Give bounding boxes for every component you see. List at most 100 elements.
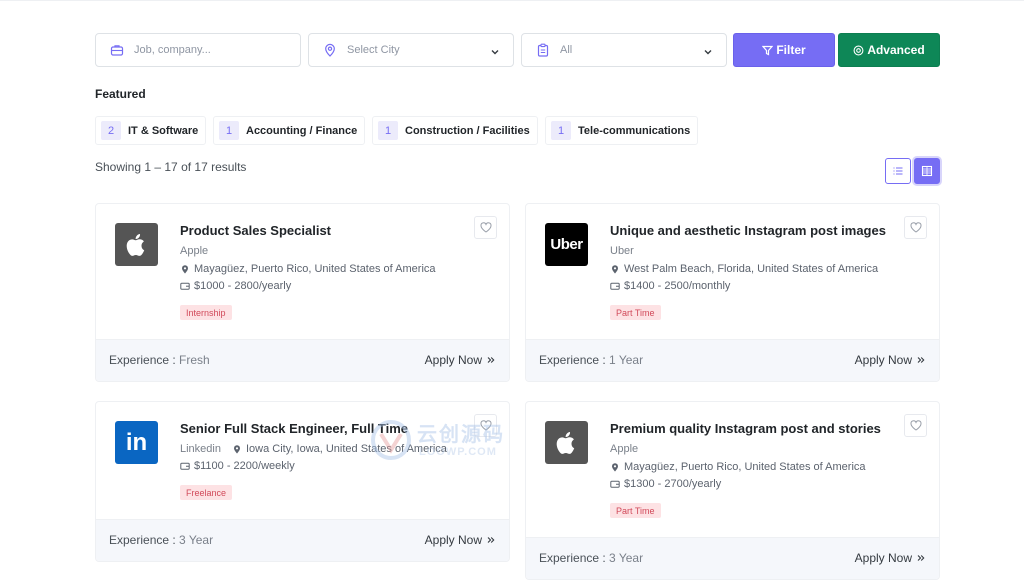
chip-label: Tele-communications: [578, 124, 691, 137]
gear-icon: [853, 45, 864, 56]
wallet-icon: [610, 281, 620, 291]
job-title[interactable]: Product Sales Specialist: [180, 223, 331, 238]
apply-now-label: Apply Now: [424, 353, 482, 367]
chip-label: Construction / Facilities: [405, 124, 530, 137]
job-salary: $1100 - 2200/weekly: [180, 460, 295, 472]
chip-count: 2: [101, 121, 121, 140]
job-location: Mayagüez, Puerto Rico, United States of …: [180, 263, 436, 275]
filter-icon: [762, 45, 774, 56]
search-bar: Job, company... Select City All Filter A…: [95, 33, 940, 67]
linkedin-logo-icon: in: [115, 421, 158, 464]
briefcase-icon: [110, 43, 124, 57]
double-chevron-right-icon: [917, 554, 925, 562]
featured-chip-it-software[interactable]: 2 IT & Software: [95, 116, 207, 145]
company-name: Apple: [180, 245, 209, 257]
wallet-icon: [180, 281, 190, 291]
job-title[interactable]: Senior Full Stack Engineer, Full Time: [180, 421, 408, 436]
results-count: Showing 1 – 17 of 17 results: [95, 160, 247, 174]
job-type-badge: Part Time: [610, 305, 661, 320]
job-type-badge: Freelance: [180, 485, 233, 500]
double-chevron-right-icon: [917, 356, 925, 364]
grid-view-button[interactable]: [914, 158, 940, 184]
apply-now-label: Apply Now: [424, 533, 482, 547]
chip-count: 1: [378, 121, 398, 140]
experience-label: Experience :: [539, 353, 606, 367]
category-select[interactable]: All: [521, 33, 727, 67]
job-title[interactable]: Premium quality Instagram post and stori…: [610, 421, 881, 436]
job-card[interactable]: Uber Unique and aesthetic Instagram post…: [525, 203, 940, 382]
experience: Experience : 3 Year: [539, 551, 643, 565]
map-pin-icon: [610, 264, 620, 274]
filter-button-label: Filter: [776, 43, 806, 57]
salary-text: $1000 - 2800/yearly: [194, 280, 292, 292]
apply-now-label: Apply Now: [854, 551, 912, 565]
salary-text: $1100 - 2200/weekly: [194, 460, 295, 472]
wallet-icon: [610, 479, 620, 489]
experience-value: Fresh: [179, 353, 210, 367]
salary-text: $1300 - 2700/yearly: [624, 478, 722, 490]
heart-icon: [910, 420, 922, 431]
job-type-badge: Part Time: [610, 503, 661, 518]
favorite-button[interactable]: [474, 414, 497, 437]
featured-chip-tele-communications[interactable]: 1 Tele-communications: [545, 116, 699, 145]
heart-icon: [910, 222, 922, 233]
chip-count: 1: [551, 121, 571, 140]
wallet-icon: [180, 461, 190, 471]
company-name: Uber: [610, 245, 634, 257]
company-name: Linkedin: [180, 443, 221, 455]
apply-now-link[interactable]: Apply Now: [855, 551, 925, 565]
job-salary: $1000 - 2800/yearly: [180, 280, 291, 292]
chip-label: Accounting / Finance: [246, 124, 358, 137]
favorite-button[interactable]: [474, 216, 497, 239]
top-divider: [0, 0, 1024, 1]
filter-button[interactable]: Filter: [733, 33, 835, 67]
chevron-down-icon: [702, 45, 714, 57]
location-text: Mayagüez, Puerto Rico, United States of …: [194, 263, 436, 275]
city-select-value: Select City: [347, 44, 400, 56]
company-location-line: Linkedin Iowa City, Iowa, United States …: [180, 443, 447, 455]
grid-icon: [921, 165, 933, 177]
map-pin-icon: [180, 264, 190, 274]
experience-label: Experience :: [539, 551, 606, 565]
experience: Experience : Fresh: [109, 353, 210, 367]
salary-text: $1400 - 2500/monthly: [624, 280, 731, 292]
job-type-badge: Internship: [180, 305, 232, 320]
featured-chip-construction-facilities[interactable]: 1 Construction / Facilities: [372, 116, 538, 145]
chip-label: IT & Software: [128, 124, 199, 137]
map-pin-icon: [323, 43, 337, 57]
double-chevron-right-icon: [487, 356, 495, 364]
experience: Experience : 1 Year: [539, 353, 643, 367]
apple-logo-icon: [545, 421, 588, 464]
card-footer: Experience : Fresh Apply Now: [96, 339, 509, 381]
card-footer: Experience : 3 Year Apply Now: [526, 537, 939, 579]
favorite-button[interactable]: [904, 414, 927, 437]
apple-logo-icon: [115, 223, 158, 266]
featured-chip-accounting-finance[interactable]: 1 Accounting / Finance: [213, 116, 366, 145]
job-card[interactable]: Product Sales Specialist Apple Mayagüez,…: [95, 203, 510, 382]
advanced-button[interactable]: Advanced: [838, 33, 940, 67]
experience-value: 3 Year: [179, 533, 214, 547]
job-title[interactable]: Unique and aesthetic Instagram post imag…: [610, 223, 886, 238]
chip-count: 1: [219, 121, 239, 140]
experience-label: Experience :: [109, 533, 176, 547]
heart-icon: [480, 222, 492, 233]
apply-now-label: Apply Now: [854, 353, 912, 367]
list-view-button[interactable]: [885, 158, 911, 184]
keyword-field[interactable]: Job, company...: [95, 33, 301, 67]
chevron-down-icon: [489, 45, 501, 57]
keyword-input[interactable]: Job, company...: [134, 44, 211, 56]
clipboard-icon: [536, 43, 550, 57]
apply-now-link[interactable]: Apply Now: [425, 533, 495, 547]
featured-heading: Featured: [95, 87, 146, 101]
job-card[interactable]: Premium quality Instagram post and stori…: [525, 401, 940, 580]
apply-now-link[interactable]: Apply Now: [425, 353, 495, 367]
city-select[interactable]: Select City: [308, 33, 514, 67]
apply-now-link[interactable]: Apply Now: [855, 353, 925, 367]
job-location: Mayagüez, Puerto Rico, United States of …: [610, 461, 866, 473]
card-footer: Experience : 3 Year Apply Now: [96, 519, 509, 561]
company-name: Apple: [610, 443, 639, 455]
advanced-button-label: Advanced: [867, 43, 925, 57]
experience-value: 1 Year: [609, 353, 644, 367]
job-card[interactable]: in Senior Full Stack Engineer, Full Time…: [95, 401, 510, 562]
favorite-button[interactable]: [904, 216, 927, 239]
